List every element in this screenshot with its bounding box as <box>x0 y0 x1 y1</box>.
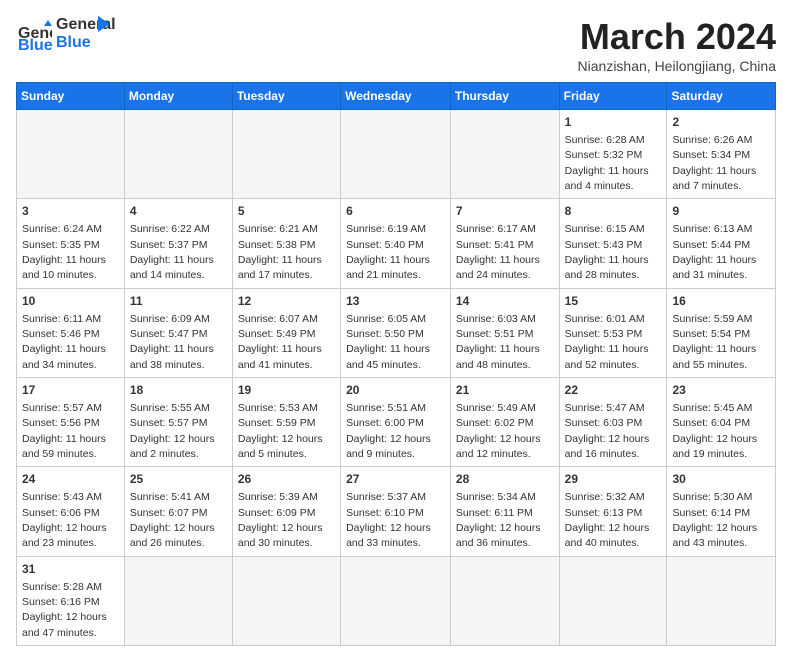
day-16: 16 Sunrise: 5:59 AMSunset: 5:54 PMDaylig… <box>667 288 776 377</box>
subtitle: Nianzishan, Heilongjiang, China <box>578 58 776 74</box>
day-4: 4 Sunrise: 6:22 AMSunset: 5:37 PMDayligh… <box>124 199 232 288</box>
day-29: 29 Sunrise: 5:32 AMSunset: 6:13 PMDaylig… <box>559 467 667 556</box>
day-12: 12 Sunrise: 6:07 AMSunset: 5:49 PMDaylig… <box>232 288 340 377</box>
day-2: 2 Sunrise: 6:26 AMSunset: 5:34 PMDayligh… <box>667 110 776 199</box>
header-sunday: Sunday <box>17 83 125 110</box>
empty-cell <box>232 110 340 199</box>
day-27: 27 Sunrise: 5:37 AMSunset: 6:10 PMDaylig… <box>341 467 451 556</box>
week-row-4: 17 Sunrise: 5:57 AMSunset: 5:56 PMDaylig… <box>17 378 776 467</box>
header-wednesday: Wednesday <box>341 83 451 110</box>
empty-cell <box>124 556 232 645</box>
calendar: Sunday Monday Tuesday Wednesday Thursday… <box>16 82 776 646</box>
header-monday: Monday <box>124 83 232 110</box>
logo: General Blue General Blue <box>16 16 110 52</box>
empty-cell <box>450 110 559 199</box>
day-23: 23 Sunrise: 5:45 AMSunset: 6:04 PMDaylig… <box>667 378 776 467</box>
day-17: 17 Sunrise: 5:57 AMSunset: 5:56 PMDaylig… <box>17 378 125 467</box>
day-28: 28 Sunrise: 5:34 AMSunset: 6:11 PMDaylig… <box>450 467 559 556</box>
day-21: 21 Sunrise: 5:49 AMSunset: 6:02 PMDaylig… <box>450 378 559 467</box>
day-10: 10 Sunrise: 6:11 AMSunset: 5:46 PMDaylig… <box>17 288 125 377</box>
empty-cell <box>341 110 451 199</box>
day-31: 31 Sunrise: 5:28 AMSunset: 6:16 PMDaylig… <box>17 556 125 645</box>
empty-cell <box>17 110 125 199</box>
empty-cell <box>124 110 232 199</box>
empty-cell <box>559 556 667 645</box>
svg-text:Blue: Blue <box>18 37 52 52</box>
day-19: 19 Sunrise: 5:53 AMSunset: 5:59 PMDaylig… <box>232 378 340 467</box>
day-18: 18 Sunrise: 5:55 AMSunset: 5:57 PMDaylig… <box>124 378 232 467</box>
week-row-1: 1 Sunrise: 6:28 AMSunset: 5:32 PMDayligh… <box>17 110 776 199</box>
week-row-5: 24 Sunrise: 5:43 AMSunset: 6:06 PMDaylig… <box>17 467 776 556</box>
header-thursday: Thursday <box>450 83 559 110</box>
day-13: 13 Sunrise: 6:05 AMSunset: 5:50 PMDaylig… <box>341 288 451 377</box>
day-30: 30 Sunrise: 5:30 AMSunset: 6:14 PMDaylig… <box>667 467 776 556</box>
day-8: 8 Sunrise: 6:15 AMSunset: 5:43 PMDayligh… <box>559 199 667 288</box>
day-1: 1 Sunrise: 6:28 AMSunset: 5:32 PMDayligh… <box>559 110 667 199</box>
day-22: 22 Sunrise: 5:47 AMSunset: 6:03 PMDaylig… <box>559 378 667 467</box>
week-row-3: 10 Sunrise: 6:11 AMSunset: 5:46 PMDaylig… <box>17 288 776 377</box>
day-25: 25 Sunrise: 5:41 AMSunset: 6:07 PMDaylig… <box>124 467 232 556</box>
empty-cell <box>667 556 776 645</box>
header-friday: Friday <box>559 83 667 110</box>
week-row-6: 31 Sunrise: 5:28 AMSunset: 6:16 PMDaylig… <box>17 556 776 645</box>
day-6: 6 Sunrise: 6:19 AMSunset: 5:40 PMDayligh… <box>341 199 451 288</box>
empty-cell <box>232 556 340 645</box>
week-row-2: 3 Sunrise: 6:24 AMSunset: 5:35 PMDayligh… <box>17 199 776 288</box>
day-24: 24 Sunrise: 5:43 AMSunset: 6:06 PMDaylig… <box>17 467 125 556</box>
day-26: 26 Sunrise: 5:39 AMSunset: 6:09 PMDaylig… <box>232 467 340 556</box>
day-15: 15 Sunrise: 6:01 AMSunset: 5:53 PMDaylig… <box>559 288 667 377</box>
day-3: 3 Sunrise: 6:24 AMSunset: 5:35 PMDayligh… <box>17 199 125 288</box>
day-9: 9 Sunrise: 6:13 AMSunset: 5:44 PMDayligh… <box>667 199 776 288</box>
empty-cell <box>450 556 559 645</box>
day-14: 14 Sunrise: 6:03 AMSunset: 5:51 PMDaylig… <box>450 288 559 377</box>
title-block: March 2024 Nianzishan, Heilongjiang, Chi… <box>578 16 776 74</box>
header-tuesday: Tuesday <box>232 83 340 110</box>
day-7: 7 Sunrise: 6:17 AMSunset: 5:41 PMDayligh… <box>450 199 559 288</box>
month-title: March 2024 <box>578 16 776 58</box>
day-5: 5 Sunrise: 6:21 AMSunset: 5:38 PMDayligh… <box>232 199 340 288</box>
day-20: 20 Sunrise: 5:51 AMSunset: 6:00 PMDaylig… <box>341 378 451 467</box>
header-saturday: Saturday <box>667 83 776 110</box>
day-11: 11 Sunrise: 6:09 AMSunset: 5:47 PMDaylig… <box>124 288 232 377</box>
header-section: General Blue General Blue March 2024 Nia… <box>16 16 776 74</box>
weekday-header-row: Sunday Monday Tuesday Wednesday Thursday… <box>17 83 776 110</box>
empty-cell <box>341 556 451 645</box>
